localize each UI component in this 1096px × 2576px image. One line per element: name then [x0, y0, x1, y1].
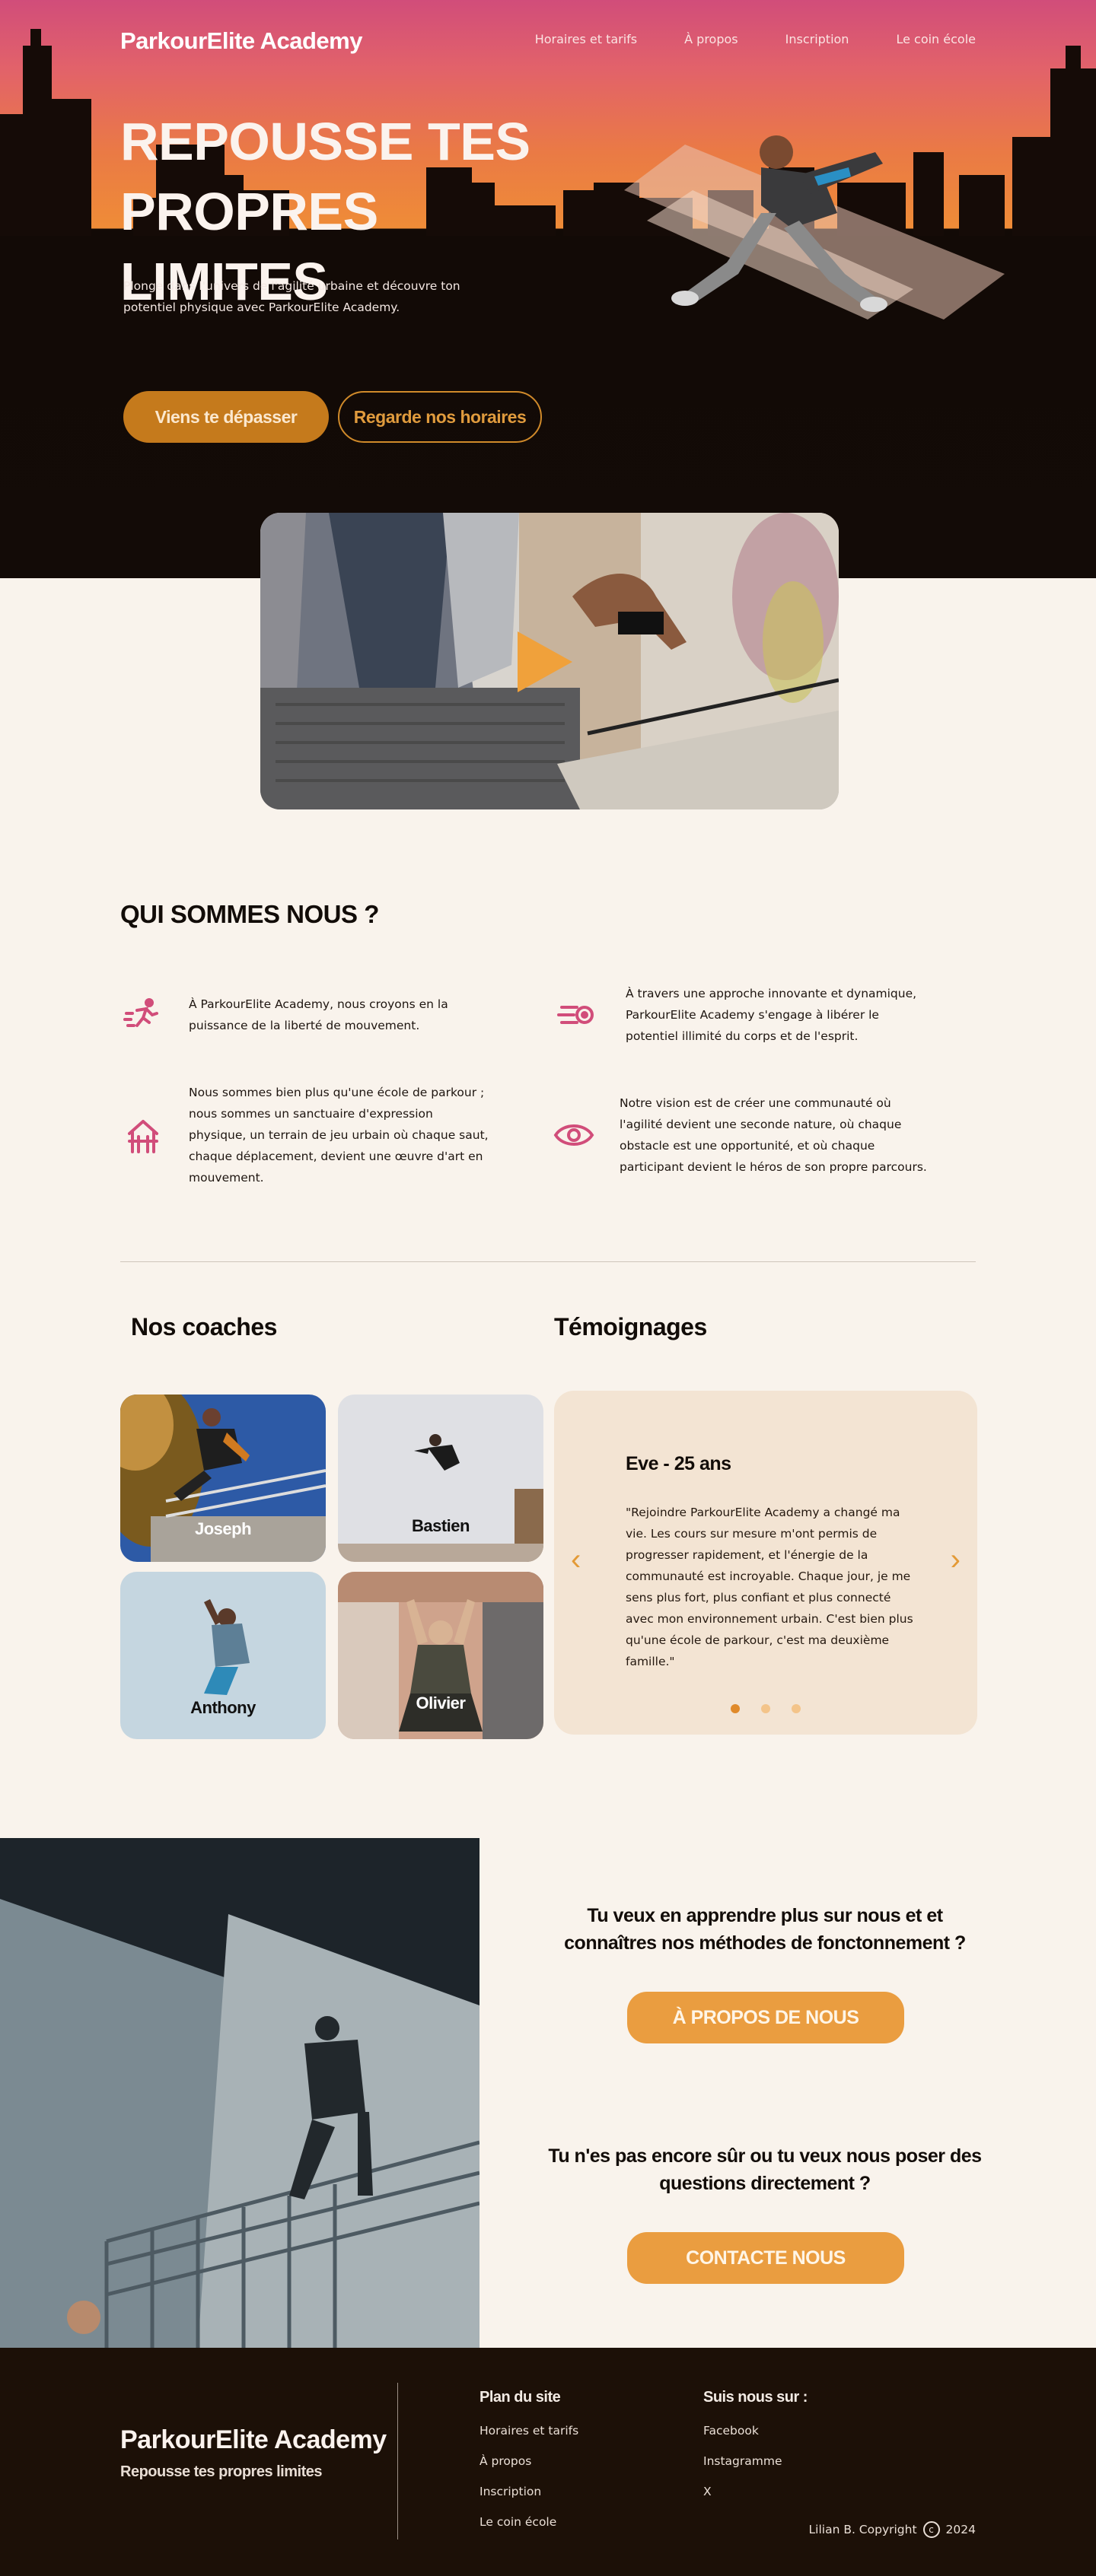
testimonial-quote: "Rejoindre ParkourElite Academy a changé…	[626, 1506, 913, 1668]
carousel-dots	[731, 1704, 801, 1713]
runner-icon	[123, 998, 158, 1027]
testimonial-card: ‹ Eve - 25 ans "Rejoindre ParkourElite A…	[554, 1391, 977, 1735]
parkour-athlete-image	[671, 135, 887, 312]
coach-photo	[338, 1572, 543, 1739]
main-nav: Horaires et tarifs À propos Inscription …	[535, 32, 976, 46]
copyright-owner: Lilian B. Copyright	[808, 2523, 917, 2536]
coach-photo	[338, 1395, 543, 1562]
hero-section: ParkourElite Academy Horaires et tarifs …	[0, 0, 1096, 578]
testimonials-title: Témoignages	[554, 1313, 707, 1340]
coach-name: Olivier	[416, 1693, 466, 1713]
cta-photo	[0, 1838, 480, 2348]
footer-brand: ParkourElite Academy	[120, 2425, 387, 2454]
nav-link-apropos[interactable]: À propos	[684, 32, 738, 46]
climbing-athletes-image	[0, 1838, 480, 2348]
about-us-button[interactable]: À PROPOS DE NOUS	[627, 1992, 904, 2043]
about-feature-4: Notre vision est de créer une communauté…	[620, 1096, 927, 1174]
coach-card-joseph[interactable]: Joseph	[120, 1395, 326, 1562]
footer-link-horaires[interactable]: Horaires et tarifs	[480, 2424, 578, 2438]
coach-card-anthony[interactable]: Anthony	[120, 1572, 326, 1739]
coach-card-bastien[interactable]: Bastien	[338, 1395, 543, 1562]
hero-subtitle: Plonge dans l'univers de l'agilité urbai…	[123, 279, 460, 314]
nav-link-inscription[interactable]: Inscription	[785, 32, 849, 46]
footer-link-facebook[interactable]: Facebook	[703, 2424, 759, 2438]
about-feature-2: À travers une approche innovante et dyna…	[626, 987, 917, 1043]
footer-link-coin-ecole[interactable]: Le coin école	[480, 2515, 556, 2529]
schedule-button[interactable]: Regarde nos horaires	[338, 391, 542, 443]
footer-link-x[interactable]: X	[703, 2485, 712, 2498]
play-icon[interactable]	[518, 631, 572, 692]
coach-name: Anthony	[190, 1698, 256, 1717]
coach-card-olivier[interactable]: Olivier	[338, 1572, 543, 1739]
copyright-year: 2024	[945, 2523, 976, 2536]
copyright-icon: c	[922, 2521, 940, 2538]
section-divider	[120, 1261, 976, 1262]
about-feature-1: À ParkourElite Academy, nous croyons en …	[189, 997, 448, 1032]
testimonial-author: Eve - 25 ans	[626, 1453, 731, 1474]
about-title: QUI SOMMES NOUS ?	[120, 900, 379, 928]
about-feature-3: Nous sommes bien plus qu'une école de pa…	[189, 1086, 489, 1185]
eye-icon	[553, 1124, 594, 1146]
coach-name: Bastien	[412, 1516, 470, 1535]
carousel-dot[interactable]	[761, 1704, 770, 1713]
coach-name: Joseph	[194, 1519, 252, 1538]
brand-logo[interactable]: ParkourElite Academy	[120, 27, 362, 55]
playground-icon	[128, 1120, 158, 1153]
contact-button[interactable]: CONTACTE NOUS	[627, 2232, 904, 2284]
hero-cta-button[interactable]: Viens te dépasser	[123, 391, 329, 443]
nav-link-coin-ecole[interactable]: Le coin école	[896, 32, 976, 46]
coaches-title: Nos coaches	[131, 1313, 277, 1340]
footer-link-inscription[interactable]: Inscription	[480, 2485, 541, 2498]
social-title: Suis nous sur :	[703, 2389, 808, 2406]
footer-link-apropos[interactable]: À propos	[480, 2454, 531, 2468]
footer-link-instagram[interactable]: Instagramme	[703, 2454, 782, 2468]
footer: ParkourElite Academy Repousse tes propre…	[0, 2348, 1096, 2576]
sitemap-title: Plan du site	[480, 2389, 561, 2406]
chevron-right-icon[interactable]: ›	[951, 1543, 961, 1577]
copyright: Lilian B. Copyright c 2024	[809, 2521, 976, 2538]
cta-question-about: Tu veux en apprendre plus sur nous et et…	[564, 1905, 966, 1954]
carousel-dot[interactable]	[792, 1704, 801, 1713]
hero-title-line1: REPOUSSE TES	[120, 112, 530, 171]
cta-question-contact: Tu n'es pas encore sûr ou tu veux nous p…	[548, 2145, 982, 2194]
footer-divider	[397, 2383, 398, 2539]
carousel-dot[interactable]	[731, 1704, 740, 1713]
speed-icon	[557, 1006, 594, 1024]
chevron-left-icon[interactable]: ‹	[571, 1543, 581, 1577]
footer-tagline: Repousse tes propres limites	[120, 2463, 322, 2480]
nav-link-horaires[interactable]: Horaires et tarifs	[535, 32, 637, 46]
